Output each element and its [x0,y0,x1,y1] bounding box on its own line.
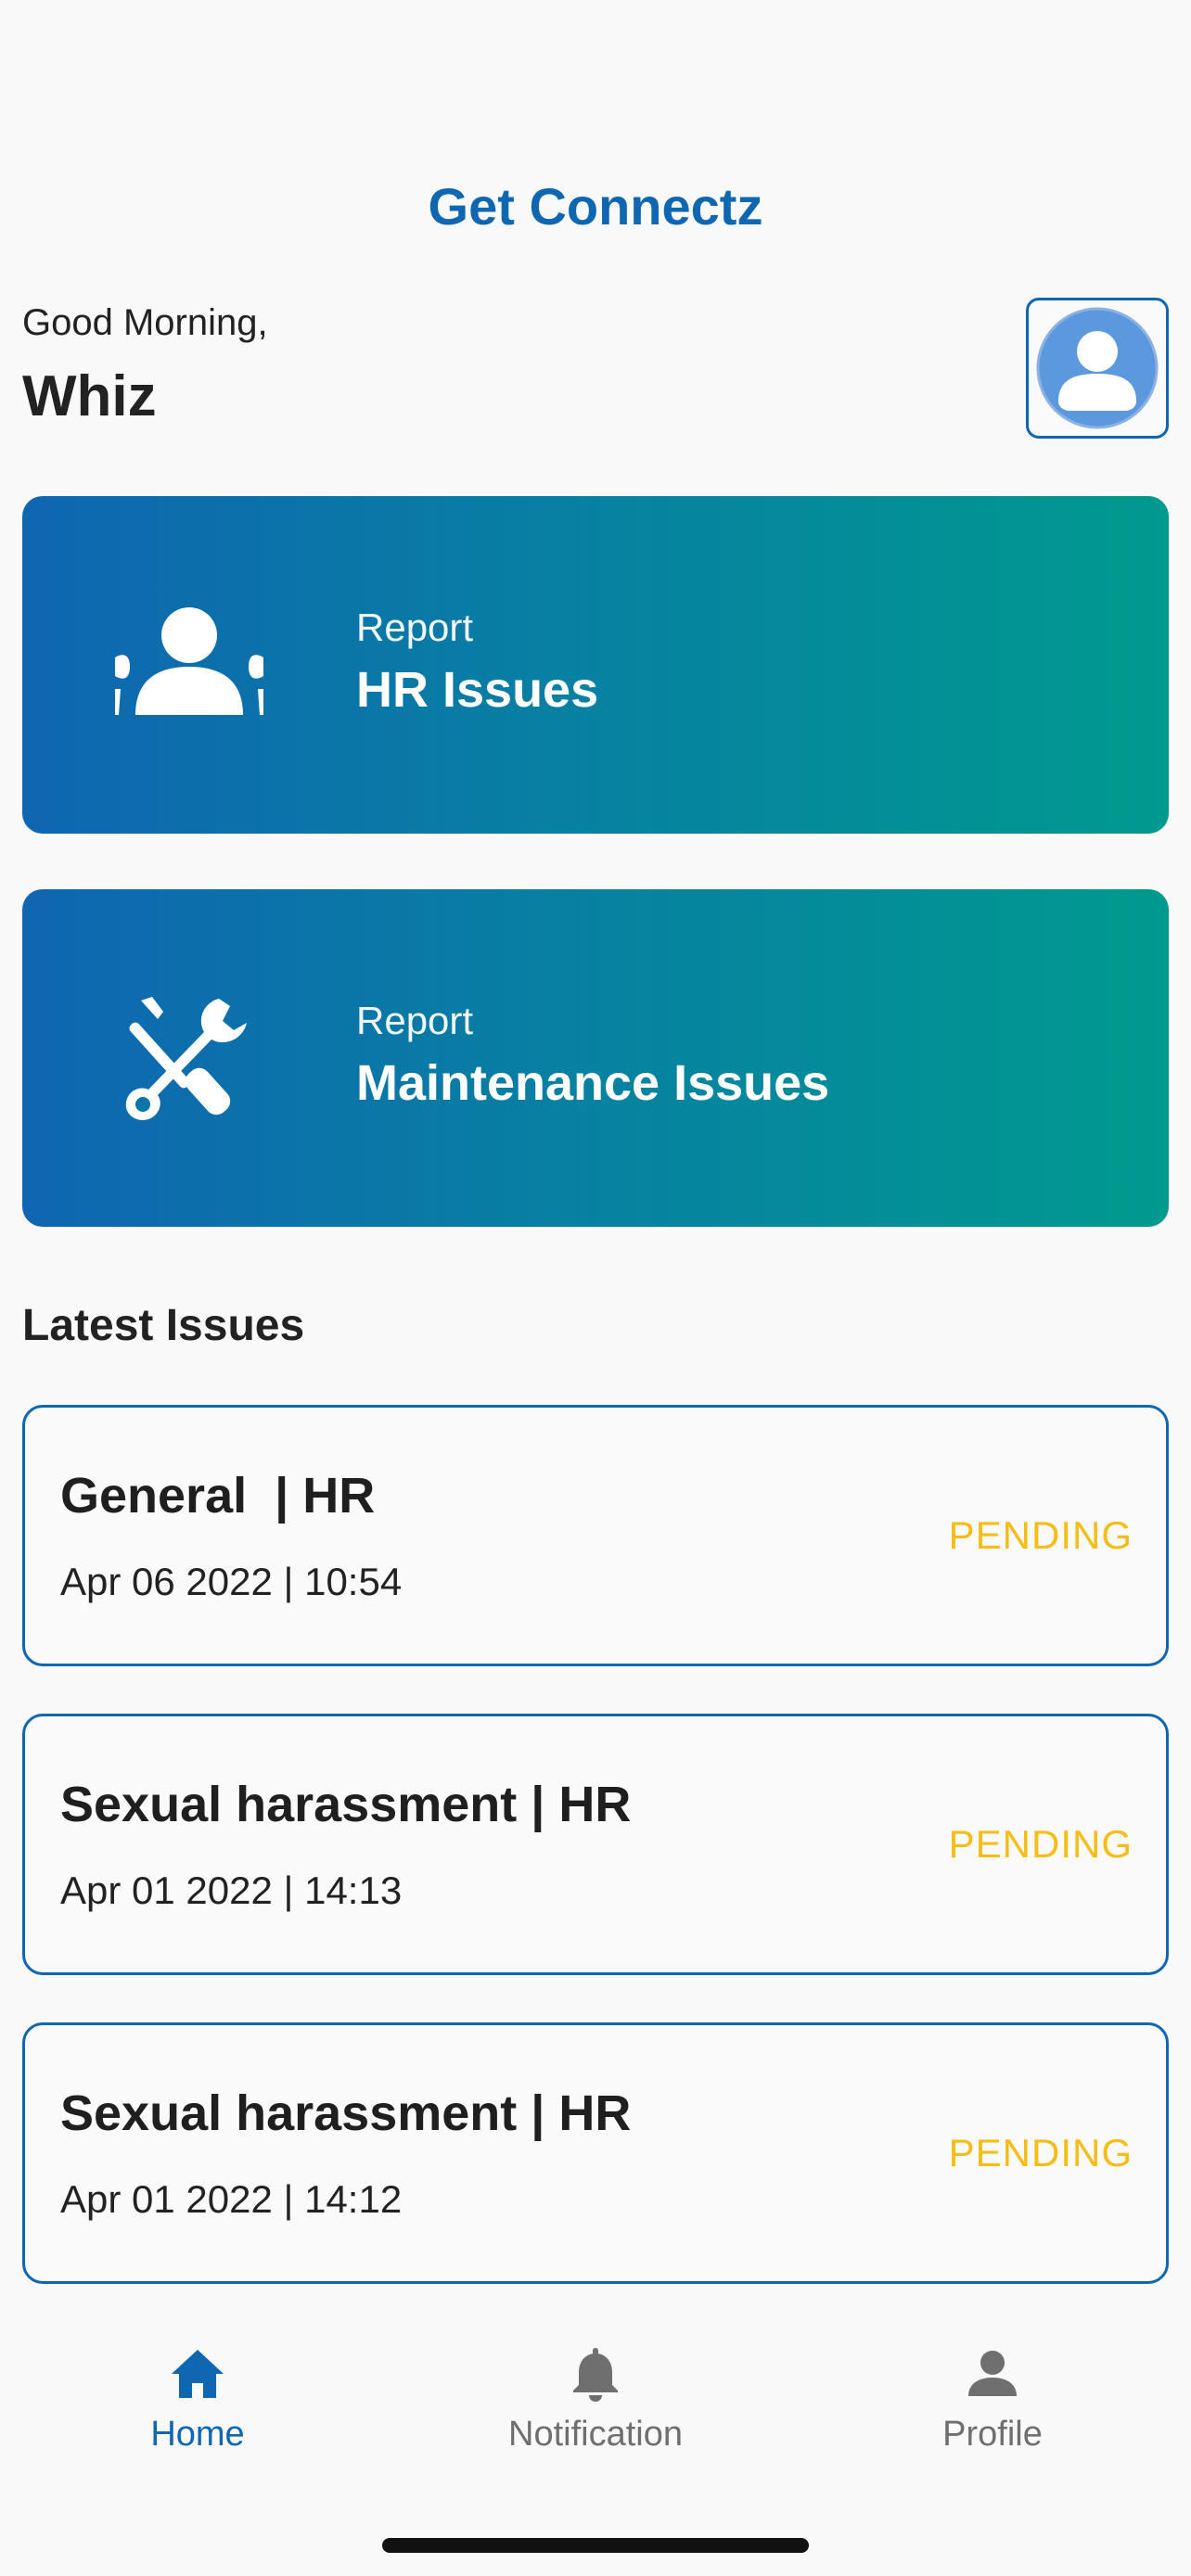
report-maintenance-issues-card[interactable]: Report Maintenance Issues [22,889,1169,1227]
issue-date: Apr 06 2022 | 10:54 [60,1560,403,1603]
greeting-text: Good Morning, [22,302,268,343]
report-hr-title: HR Issues [356,662,599,718]
report-hr-issues-card[interactable]: Report HR Issues [22,496,1169,834]
bottom-nav: Home Notification Profile [0,2318,1191,2485]
avatar-button[interactable] [1026,298,1169,439]
issue-status-badge: PENDING [948,1513,1133,1557]
latest-issues-heading: Latest Issues [22,1301,305,1350]
report-maintenance-title: Maintenance Issues [356,1055,830,1111]
avatar-icon [1036,307,1159,429]
nav-item-home[interactable]: Home [58,2346,337,2476]
issue-date: Apr 01 2022 | 14:13 [60,1868,403,1912]
home-icon [172,2350,224,2398]
issue-title: General | HR [60,1468,376,1524]
report-hr-small-label: Report [356,606,474,649]
issue-status-badge: PENDING [948,2131,1133,2174]
issue-card[interactable]: Sexual harassment | HR Apr 01 2022 | 14:… [22,2022,1169,2284]
report-maintenance-small-label: Report [356,999,474,1042]
issue-card[interactable]: Sexual harassment | HR Apr 01 2022 | 14:… [22,1714,1169,1975]
person-icon [968,2351,1017,2396]
home-indicator[interactable] [382,2538,809,2553]
app-title: Get Connectz [428,177,763,236]
bell-icon [573,2348,618,2402]
username: Whiz [22,364,157,428]
tools-icon [115,993,263,1123]
nav-item-profile[interactable]: Profile [853,2346,1132,2476]
nav-item-notification[interactable]: Notification [456,2346,735,2476]
nav-label-notification: Notification [508,2415,683,2454]
nav-label-home: Home [150,2415,245,2454]
nav-label-profile: Profile [942,2415,1043,2454]
issue-status-badge: PENDING [948,1822,1133,1866]
issue-title: Sexual harassment | HR [60,1777,632,1832]
people-group-icon [115,600,263,730]
issue-card[interactable]: General | HR Apr 06 2022 | 10:54 PENDING [22,1405,1169,1666]
issue-date: Apr 01 2022 | 14:12 [60,2177,403,2221]
issue-title: Sexual harassment | HR [60,2085,632,2141]
app-screen: Get Connectz Good Morning, Whiz Report H… [0,0,1191,2576]
